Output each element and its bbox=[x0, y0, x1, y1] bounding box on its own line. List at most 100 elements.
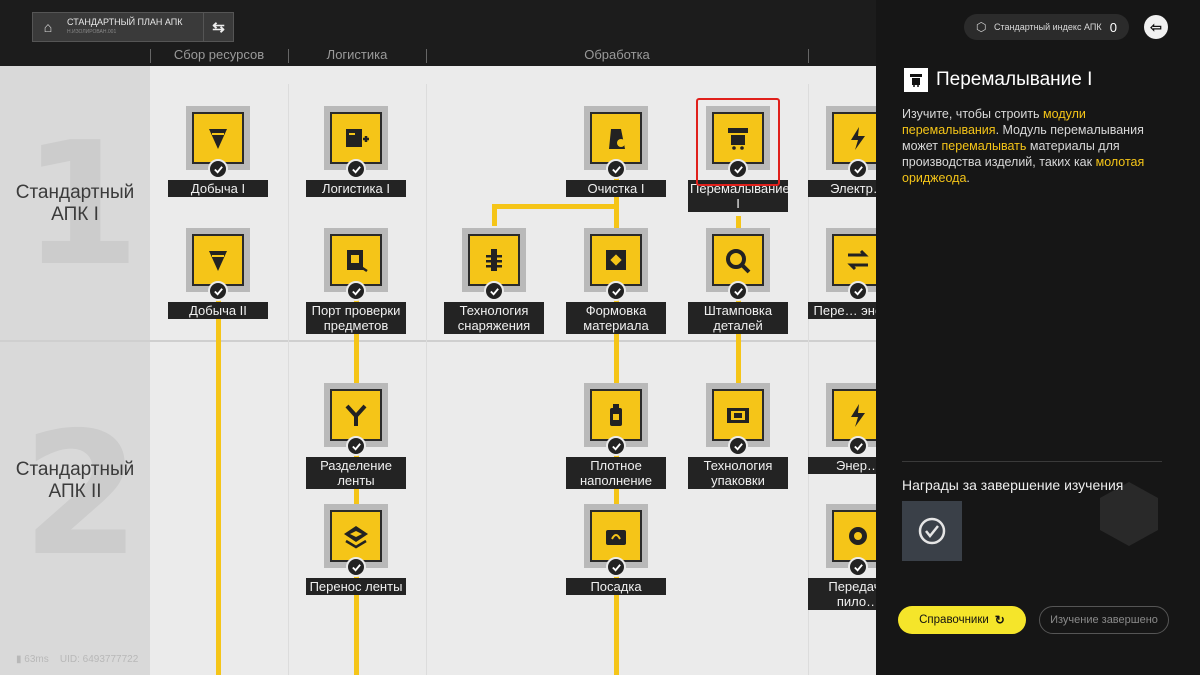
grinding-icon bbox=[904, 68, 928, 92]
column-divider bbox=[808, 49, 809, 63]
tier-label-2: Стандартный АПК II bbox=[15, 459, 135, 502]
tech-node[interactable]: Штамповка деталей bbox=[688, 228, 788, 334]
tech-node-label: Очистка I bbox=[566, 180, 666, 197]
electric-icon bbox=[851, 127, 865, 150]
tech-node-frame bbox=[584, 383, 648, 456]
tech-node-tile bbox=[832, 510, 876, 562]
tech-node[interactable]: Очистка I bbox=[566, 106, 666, 197]
tech-node-frame bbox=[706, 228, 770, 301]
tech-node-frame bbox=[826, 228, 876, 301]
tech-node-tile bbox=[712, 234, 764, 286]
plan-subtitle: Н.ИЗОЛИРОВАН.001 bbox=[67, 29, 117, 35]
tech-node-frame bbox=[462, 228, 526, 301]
item-port-icon bbox=[347, 250, 368, 273]
tier-divider bbox=[0, 340, 876, 342]
packaging-icon bbox=[727, 408, 749, 423]
column-header-resources: Сбор ресурсов bbox=[173, 47, 265, 62]
tech-node-frame bbox=[826, 106, 876, 179]
tech-node[interactable]: Разделение ленты bbox=[306, 383, 406, 489]
tech-node-tile bbox=[192, 234, 244, 286]
energy-icon bbox=[851, 404, 865, 427]
filling-icon bbox=[610, 404, 622, 426]
rewards-title: Награды за завершение изучения bbox=[902, 477, 1124, 493]
checkmark-icon bbox=[728, 159, 748, 179]
tech-description: Изучите, чтобы строить модули перемалыва… bbox=[902, 107, 1145, 185]
tech-node-label: Плотное наполнение bbox=[566, 457, 666, 489]
checkmark-icon bbox=[346, 557, 366, 577]
status-bar: ▮ 63ms UID: 6493777722 bbox=[16, 654, 138, 665]
refresh-icon: ↻ bbox=[994, 613, 1005, 627]
tech-node-frame bbox=[584, 504, 648, 577]
tech-node[interactable]: Электр… bbox=[808, 106, 876, 197]
tech-node-frame bbox=[186, 106, 250, 179]
column-header-processing: Обработка bbox=[584, 47, 650, 62]
divider bbox=[902, 461, 1162, 462]
tech-node-label: Посадка bbox=[566, 578, 666, 595]
tech-node-tile bbox=[330, 234, 382, 286]
research-complete-label: Изучение завершено bbox=[1050, 614, 1158, 626]
checkmark-icon bbox=[346, 281, 366, 301]
reward-item[interactable] bbox=[902, 501, 962, 561]
guides-button[interactable]: Справочники ↻ bbox=[898, 606, 1026, 634]
tech-node[interactable]: Логистика I bbox=[306, 106, 406, 197]
index-counter: ⬡ Стандартный индекс АПК 0 bbox=[964, 14, 1129, 40]
plan-title-block: СТАНДАРТНЫЙ ПЛАН АПК Н.ИЗОЛИРОВАН.001 bbox=[63, 17, 203, 37]
checkmark-icon bbox=[848, 159, 868, 179]
guides-label: Справочники bbox=[919, 614, 989, 626]
tech-node[interactable]: Перемалывание I bbox=[688, 98, 790, 212]
checkmark-icon bbox=[606, 557, 626, 577]
equipment-icon bbox=[486, 249, 502, 271]
plan-selector[interactable]: ⌂ СТАНДАРТНЫЙ ПЛАН АПК Н.ИЗОЛИРОВАН.001 … bbox=[32, 12, 234, 42]
tech-node-label: Пере… энер… bbox=[808, 302, 876, 319]
exit-button[interactable]: ⇦ bbox=[1144, 15, 1168, 39]
tech-node-label: Передача пило… bbox=[808, 578, 876, 610]
tech-node-tile bbox=[712, 112, 764, 164]
tech-node[interactable]: Формовка материала bbox=[566, 228, 666, 334]
switch-plan-icon[interactable]: ⇆ bbox=[203, 13, 233, 41]
column-headers: Сбор ресурсов Логистика Обработка bbox=[150, 46, 876, 66]
checkmark-icon bbox=[848, 436, 868, 456]
exit-arrow-icon: ⇦ bbox=[1150, 18, 1162, 35]
tech-node[interactable]: Технология снаряжения bbox=[444, 228, 544, 334]
tech-node[interactable]: Порт проверки предметов bbox=[306, 228, 406, 334]
plan-logo-icon: ⌂ bbox=[43, 19, 53, 35]
top-bar: ⌂ СТАНДАРТНЫЙ ПЛАН АПК Н.ИЗОЛИРОВАН.001 … bbox=[0, 0, 876, 66]
tech-node-label: Добыча I bbox=[168, 180, 268, 197]
tech-node[interactable]: Плотное наполнение bbox=[566, 383, 666, 489]
tech-node-label: Формовка материала bbox=[566, 302, 666, 334]
checkmark-icon bbox=[208, 159, 228, 179]
tech-node-tile bbox=[330, 510, 382, 562]
index-label: Стандартный индекс АПК bbox=[994, 22, 1102, 32]
transfer-icon bbox=[847, 249, 869, 271]
tech-node-label: Технология упаковки bbox=[688, 457, 788, 489]
tech-node-tile bbox=[590, 234, 642, 286]
checkmark-icon bbox=[346, 159, 366, 179]
tech-node[interactable]: Пере… энер… bbox=[808, 228, 876, 319]
tech-node[interactable]: Перенос ленты bbox=[306, 504, 406, 595]
tech-node[interactable]: Посадка bbox=[566, 504, 666, 595]
user-id: UID: 6493777722 bbox=[59, 654, 139, 665]
tech-node[interactable]: Добыча I bbox=[168, 106, 268, 197]
tech-node-tile bbox=[330, 112, 382, 164]
tech-node-label: Добыча II bbox=[168, 302, 268, 319]
tech-node-tile bbox=[192, 112, 244, 164]
check-circle-icon bbox=[918, 517, 946, 545]
checkmark-icon bbox=[346, 436, 366, 456]
connector-line bbox=[492, 204, 618, 209]
tech-node-frame bbox=[584, 228, 648, 301]
tech-tree[interactable]: 1 2 Стандартный АПК I Стандартный АПК II… bbox=[0, 66, 876, 675]
tech-node[interactable]: Технология упаковки bbox=[688, 383, 788, 489]
grinding-icon bbox=[728, 128, 748, 150]
tech-node-label: Электр… bbox=[808, 180, 876, 197]
tech-node-tile bbox=[832, 112, 876, 164]
tech-node[interactable]: Энер… bbox=[808, 383, 876, 474]
tech-node-frame bbox=[324, 383, 388, 456]
checkmark-icon bbox=[208, 281, 228, 301]
tech-node[interactable]: Передача пило… bbox=[808, 504, 876, 610]
tech-node[interactable]: Добыча II bbox=[168, 228, 268, 319]
tech-node-frame bbox=[826, 383, 876, 456]
panel-title: Перемалывание I bbox=[936, 69, 1093, 90]
research-complete-button: Изучение завершено bbox=[1039, 606, 1169, 634]
belt-transfer-icon bbox=[344, 526, 368, 549]
tech-node-label: Перенос ленты bbox=[306, 578, 406, 595]
